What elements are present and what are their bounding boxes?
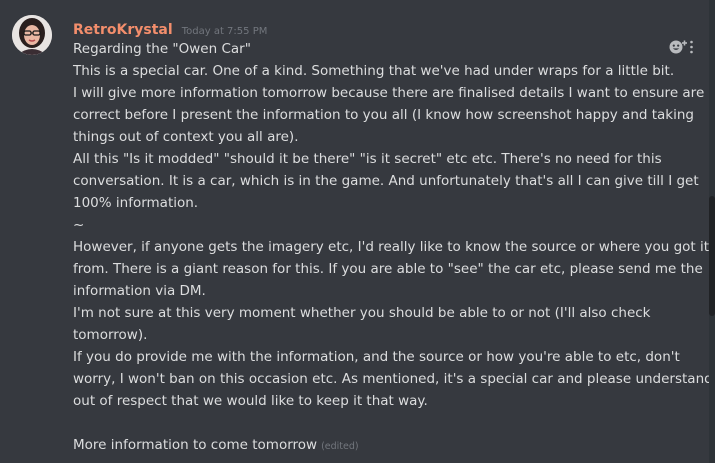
message-content: Regarding the "Owen Car" This is a speci… [73, 38, 713, 458]
message-line: things out of context you all are). [73, 129, 299, 145]
timestamp: Today at 7:55 PM [181, 26, 268, 37]
message-line: I will give more information tomorrow be… [73, 85, 705, 101]
message-line-text: More information to come tomorrow [73, 437, 318, 453]
message-line: If you do provide me with the informatio… [73, 349, 680, 365]
scrollbar-thumb[interactable] [709, 196, 715, 316]
chat-message: RetroKrystal Today at 7:55 PM Regarding … [0, 0, 713, 463]
message-line: ~ [73, 217, 85, 233]
message-line: However, if anyone gets the imagery etc,… [73, 239, 710, 255]
message-line: Regarding the "Owen Car" [73, 41, 251, 57]
message-line: I'm not sure at this very moment whether… [73, 305, 651, 321]
message-line-last: More information to come tomorrow (edited… [73, 434, 698, 458]
message-line: 100% information. [73, 195, 199, 211]
message-line: conversation. It is a car, which is in t… [73, 173, 699, 189]
message-line: This is a special car. One of a kind. So… [73, 63, 675, 79]
message-header: RetroKrystal Today at 7:55 PM [73, 19, 267, 39]
message-line: All this "Is it modded" "should it be th… [73, 151, 662, 167]
scrollbar-track[interactable] [709, 0, 715, 463]
username[interactable]: RetroKrystal [73, 22, 173, 38]
edited-label: (edited) [321, 441, 359, 452]
message-line: out of respect that we would like to kee… [73, 393, 428, 409]
message-line: correct before I present the information… [73, 107, 694, 123]
message-line: tomorrow). [73, 327, 148, 343]
message-line: information via DM. [73, 283, 206, 299]
message-line-blank [73, 412, 698, 434]
avatar[interactable] [12, 15, 52, 55]
message-line: from. There is a giant reason for this. … [73, 261, 703, 277]
message-line: worry, I won't ban on this occasion etc.… [73, 371, 713, 387]
user-avatar-icon [12, 15, 52, 55]
